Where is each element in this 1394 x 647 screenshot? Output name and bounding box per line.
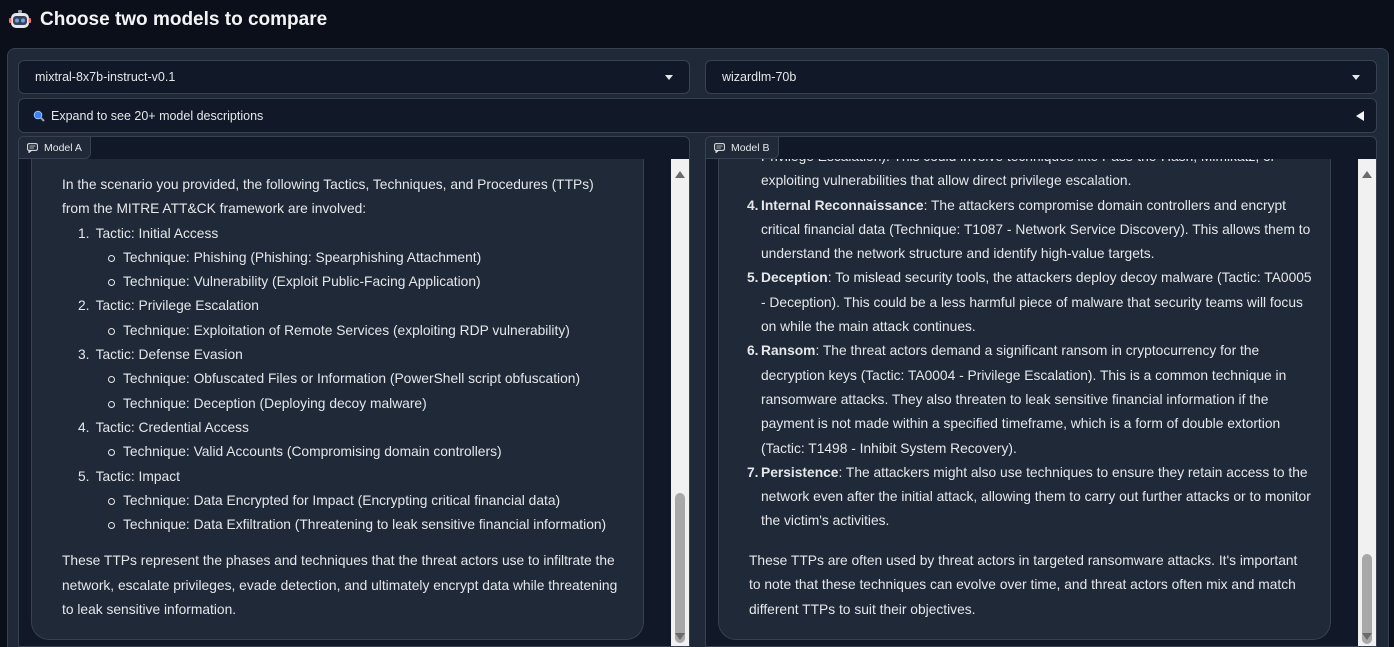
model-b-selected: wizardlm-70b	[722, 70, 797, 84]
robot-icon	[9, 10, 31, 28]
list-item: Technique: Deception (Deploying decoy ma…	[108, 392, 625, 416]
scrollbar-thumb[interactable]	[1362, 554, 1372, 644]
list-item: Technique: Vulnerability (Exploit Public…	[108, 270, 625, 294]
list-item: 2. Tactic: Privilege Escalation Techniqu…	[78, 294, 625, 343]
model-a-tag-label: Model A	[44, 141, 82, 154]
magnifier-icon	[33, 110, 45, 122]
model-b-panel: Model B Privilege Escalation). This coul…	[705, 136, 1377, 647]
model-b-response: Privilege Escalation). This could involv…	[718, 159, 1331, 640]
list-item: 3. Tactic: Defense Evasion Technique: Ob…	[78, 343, 625, 416]
list-item: 4. Internal Reconnaissance: The attackers…	[747, 197, 1311, 262]
chat-icon	[27, 142, 38, 153]
scroll-down-icon[interactable]	[1362, 633, 1372, 640]
response-conclusion: These TTPs are often used by threat acto…	[749, 553, 1298, 617]
model-b-tag: Model B	[706, 137, 779, 159]
chevron-down-icon	[1352, 74, 1360, 80]
response-intro: In the scenario you provided, the follow…	[62, 177, 594, 217]
scroll-down-icon[interactable]	[675, 633, 685, 640]
list-item: Technique: Data Exfiltration (Threatenin…	[108, 513, 625, 537]
chevron-down-icon	[665, 74, 673, 80]
chat-icon	[714, 142, 725, 153]
accordion-label: Expand to see 20+ model descriptions	[51, 108, 264, 123]
list-item: Technique: Obfuscated Files or Informati…	[108, 367, 625, 391]
list-item: 4. Tactic: Credential Access Technique: …	[78, 416, 625, 465]
scrollbar[interactable]	[1358, 159, 1376, 646]
model-a-tag: Model A	[19, 137, 91, 159]
collapse-arrow-icon[interactable]	[1356, 110, 1364, 121]
scroll-up-icon[interactable]	[675, 171, 685, 178]
list-item: 7. Persistence: The attackers might also …	[747, 464, 1311, 529]
model-a-panel: Model A In the scenario you provided, th…	[18, 136, 690, 647]
response-conclusion: These TTPs represent the phases and tech…	[62, 553, 618, 618]
list-item: Technique: Phishing (Phishing: Spearphis…	[108, 246, 625, 270]
model-a-selected: mixtral-8x7b-instruct-v0.1	[35, 70, 176, 84]
list-item: Technique: Valid Accounts (Compromising …	[108, 440, 625, 464]
list-item: Privilege Escalation). This could involv…	[761, 159, 1312, 194]
list-item: 6. Ransom: The threat actors demand a sig…	[747, 343, 1287, 456]
list-item: 5. Deception: To mislead security tools, …	[747, 270, 1312, 335]
page-header: Choose two models to compare	[8, 6, 327, 34]
tactics-list: 1. Tactic: Initial Access Technique: Phi…	[78, 222, 625, 538]
clipped-text: Privilege Escalation). This could involv…	[761, 159, 1312, 169]
scrollbar[interactable]	[671, 159, 689, 646]
list-item: Technique: Data Encrypted for Impact (En…	[108, 489, 625, 513]
page-title: Choose two models to compare	[40, 9, 328, 30]
model-b-dropdown[interactable]: wizardlm-70b	[705, 60, 1377, 94]
list-item: Technique: Exploitation of Remote Servic…	[108, 319, 625, 343]
list-item: 1. Tactic: Initial Access Technique: Phi…	[78, 222, 625, 295]
continuation-text: exploiting vulnerabilities that allow di…	[761, 173, 1132, 189]
model-b-tag-label: Model B	[731, 141, 770, 154]
model-a-dropdown[interactable]: mixtral-8x7b-instruct-v0.1	[18, 60, 690, 94]
scroll-up-icon[interactable]	[1362, 171, 1372, 178]
list-item: 5. Tactic: Impact Technique: Data Encryp…	[78, 465, 625, 538]
model-a-response: In the scenario you provided, the follow…	[31, 159, 644, 640]
scrollbar-thumb[interactable]	[675, 493, 685, 643]
model-descriptions-accordion[interactable]: Expand to see 20+ model descriptions	[18, 98, 1377, 133]
